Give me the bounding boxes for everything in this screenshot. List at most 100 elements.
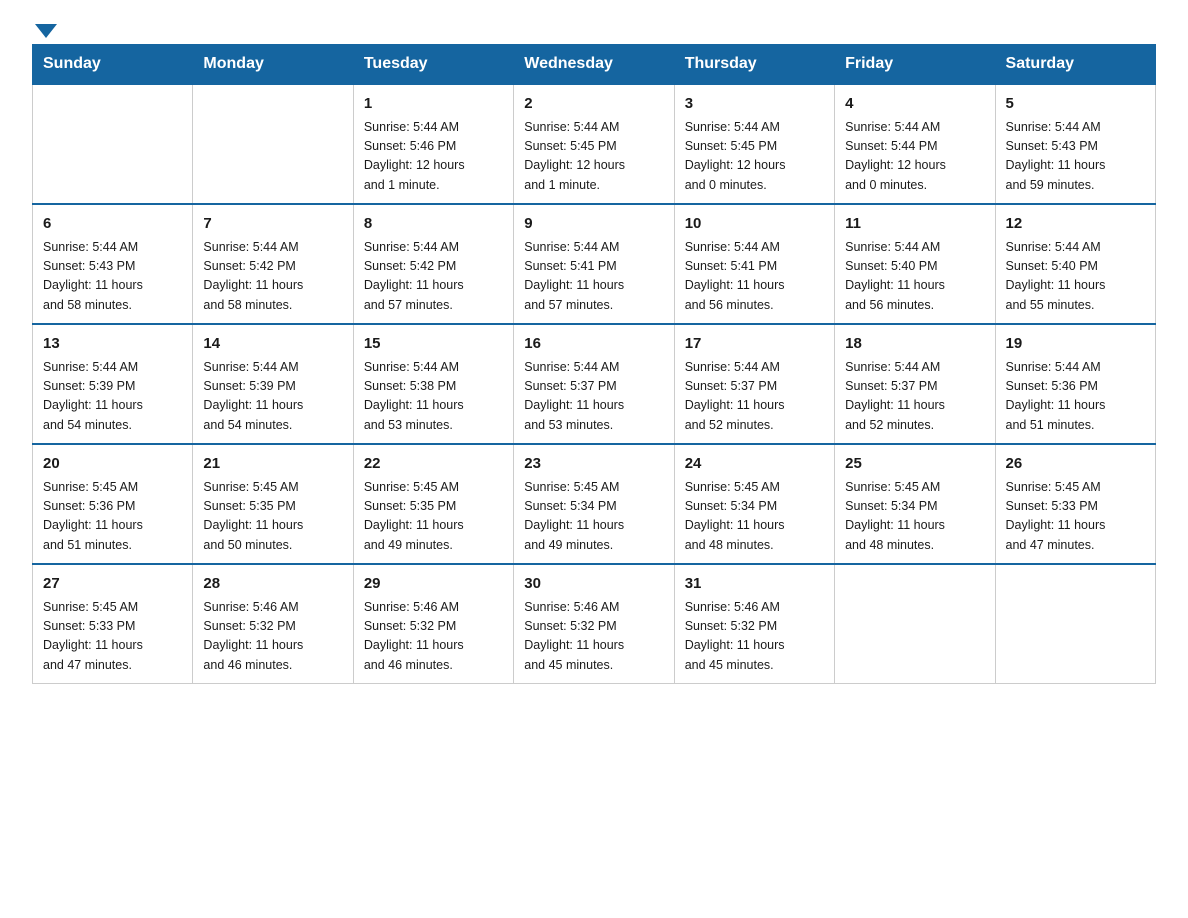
day-info: Sunrise: 5:44 AM Sunset: 5:41 PM Dayligh… bbox=[524, 238, 663, 316]
day-number: 11 bbox=[845, 213, 984, 236]
calendar-cell: 24Sunrise: 5:45 AM Sunset: 5:34 PM Dayli… bbox=[674, 444, 834, 564]
calendar-cell: 30Sunrise: 5:46 AM Sunset: 5:32 PM Dayli… bbox=[514, 564, 674, 684]
day-number: 8 bbox=[364, 213, 503, 236]
calendar-cell: 19Sunrise: 5:44 AM Sunset: 5:36 PM Dayli… bbox=[995, 324, 1155, 444]
day-info: Sunrise: 5:44 AM Sunset: 5:37 PM Dayligh… bbox=[524, 358, 663, 436]
day-number: 14 bbox=[203, 333, 342, 356]
day-info: Sunrise: 5:45 AM Sunset: 5:34 PM Dayligh… bbox=[685, 478, 824, 556]
weekday-header-wednesday: Wednesday bbox=[514, 45, 674, 85]
day-info: Sunrise: 5:44 AM Sunset: 5:37 PM Dayligh… bbox=[845, 358, 984, 436]
day-info: Sunrise: 5:44 AM Sunset: 5:40 PM Dayligh… bbox=[845, 238, 984, 316]
calendar-cell: 13Sunrise: 5:44 AM Sunset: 5:39 PM Dayli… bbox=[33, 324, 193, 444]
calendar-cell bbox=[193, 84, 353, 204]
day-number: 20 bbox=[43, 453, 182, 476]
calendar-cell: 21Sunrise: 5:45 AM Sunset: 5:35 PM Dayli… bbox=[193, 444, 353, 564]
weekday-header-row: SundayMondayTuesdayWednesdayThursdayFrid… bbox=[33, 45, 1156, 85]
day-info: Sunrise: 5:45 AM Sunset: 5:34 PM Dayligh… bbox=[524, 478, 663, 556]
calendar-cell: 31Sunrise: 5:46 AM Sunset: 5:32 PM Dayli… bbox=[674, 564, 834, 684]
calendar-cell: 15Sunrise: 5:44 AM Sunset: 5:38 PM Dayli… bbox=[353, 324, 513, 444]
day-number: 29 bbox=[364, 573, 503, 596]
calendar-cell: 29Sunrise: 5:46 AM Sunset: 5:32 PM Dayli… bbox=[353, 564, 513, 684]
day-info: Sunrise: 5:46 AM Sunset: 5:32 PM Dayligh… bbox=[203, 598, 342, 676]
day-number: 24 bbox=[685, 453, 824, 476]
calendar-cell: 22Sunrise: 5:45 AM Sunset: 5:35 PM Dayli… bbox=[353, 444, 513, 564]
day-number: 10 bbox=[685, 213, 824, 236]
day-number: 30 bbox=[524, 573, 663, 596]
day-info: Sunrise: 5:46 AM Sunset: 5:32 PM Dayligh… bbox=[685, 598, 824, 676]
day-info: Sunrise: 5:44 AM Sunset: 5:40 PM Dayligh… bbox=[1006, 238, 1145, 316]
day-number: 27 bbox=[43, 573, 182, 596]
day-info: Sunrise: 5:44 AM Sunset: 5:44 PM Dayligh… bbox=[845, 118, 984, 196]
weekday-header-tuesday: Tuesday bbox=[353, 45, 513, 85]
day-info: Sunrise: 5:45 AM Sunset: 5:33 PM Dayligh… bbox=[1006, 478, 1145, 556]
day-info: Sunrise: 5:44 AM Sunset: 5:42 PM Dayligh… bbox=[364, 238, 503, 316]
day-number: 17 bbox=[685, 333, 824, 356]
calendar-cell: 14Sunrise: 5:44 AM Sunset: 5:39 PM Dayli… bbox=[193, 324, 353, 444]
calendar-week-row: 13Sunrise: 5:44 AM Sunset: 5:39 PM Dayli… bbox=[33, 324, 1156, 444]
day-number: 18 bbox=[845, 333, 984, 356]
day-info: Sunrise: 5:45 AM Sunset: 5:33 PM Dayligh… bbox=[43, 598, 182, 676]
day-number: 7 bbox=[203, 213, 342, 236]
weekday-header-friday: Friday bbox=[835, 45, 995, 85]
weekday-header-monday: Monday bbox=[193, 45, 353, 85]
weekday-header-saturday: Saturday bbox=[995, 45, 1155, 85]
day-info: Sunrise: 5:46 AM Sunset: 5:32 PM Dayligh… bbox=[364, 598, 503, 676]
calendar-cell bbox=[33, 84, 193, 204]
day-info: Sunrise: 5:44 AM Sunset: 5:43 PM Dayligh… bbox=[43, 238, 182, 316]
calendar-cell: 25Sunrise: 5:45 AM Sunset: 5:34 PM Dayli… bbox=[835, 444, 995, 564]
day-number: 12 bbox=[1006, 213, 1145, 236]
calendar-week-row: 1Sunrise: 5:44 AM Sunset: 5:46 PM Daylig… bbox=[33, 84, 1156, 204]
calendar-cell: 18Sunrise: 5:44 AM Sunset: 5:37 PM Dayli… bbox=[835, 324, 995, 444]
day-info: Sunrise: 5:44 AM Sunset: 5:45 PM Dayligh… bbox=[524, 118, 663, 196]
day-number: 2 bbox=[524, 93, 663, 116]
day-number: 3 bbox=[685, 93, 824, 116]
logo-arrow-icon bbox=[35, 24, 57, 38]
day-info: Sunrise: 5:44 AM Sunset: 5:43 PM Dayligh… bbox=[1006, 118, 1145, 196]
calendar-cell: 5Sunrise: 5:44 AM Sunset: 5:43 PM Daylig… bbox=[995, 84, 1155, 204]
day-info: Sunrise: 5:44 AM Sunset: 5:45 PM Dayligh… bbox=[685, 118, 824, 196]
day-info: Sunrise: 5:44 AM Sunset: 5:37 PM Dayligh… bbox=[685, 358, 824, 436]
day-info: Sunrise: 5:45 AM Sunset: 5:35 PM Dayligh… bbox=[364, 478, 503, 556]
calendar-cell: 6Sunrise: 5:44 AM Sunset: 5:43 PM Daylig… bbox=[33, 204, 193, 324]
day-info: Sunrise: 5:44 AM Sunset: 5:36 PM Dayligh… bbox=[1006, 358, 1145, 436]
calendar-week-row: 6Sunrise: 5:44 AM Sunset: 5:43 PM Daylig… bbox=[33, 204, 1156, 324]
day-number: 15 bbox=[364, 333, 503, 356]
day-info: Sunrise: 5:44 AM Sunset: 5:42 PM Dayligh… bbox=[203, 238, 342, 316]
day-info: Sunrise: 5:44 AM Sunset: 5:39 PM Dayligh… bbox=[43, 358, 182, 436]
calendar-cell: 28Sunrise: 5:46 AM Sunset: 5:32 PM Dayli… bbox=[193, 564, 353, 684]
day-info: Sunrise: 5:45 AM Sunset: 5:34 PM Dayligh… bbox=[845, 478, 984, 556]
calendar-cell: 27Sunrise: 5:45 AM Sunset: 5:33 PM Dayli… bbox=[33, 564, 193, 684]
day-number: 5 bbox=[1006, 93, 1145, 116]
day-number: 26 bbox=[1006, 453, 1145, 476]
calendar-table: SundayMondayTuesdayWednesdayThursdayFrid… bbox=[32, 44, 1156, 684]
day-info: Sunrise: 5:44 AM Sunset: 5:39 PM Dayligh… bbox=[203, 358, 342, 436]
day-number: 16 bbox=[524, 333, 663, 356]
weekday-header-sunday: Sunday bbox=[33, 45, 193, 85]
calendar-cell: 9Sunrise: 5:44 AM Sunset: 5:41 PM Daylig… bbox=[514, 204, 674, 324]
day-number: 19 bbox=[1006, 333, 1145, 356]
day-number: 13 bbox=[43, 333, 182, 356]
day-info: Sunrise: 5:44 AM Sunset: 5:38 PM Dayligh… bbox=[364, 358, 503, 436]
day-info: Sunrise: 5:44 AM Sunset: 5:41 PM Dayligh… bbox=[685, 238, 824, 316]
calendar-cell: 12Sunrise: 5:44 AM Sunset: 5:40 PM Dayli… bbox=[995, 204, 1155, 324]
calendar-cell: 7Sunrise: 5:44 AM Sunset: 5:42 PM Daylig… bbox=[193, 204, 353, 324]
day-info: Sunrise: 5:45 AM Sunset: 5:36 PM Dayligh… bbox=[43, 478, 182, 556]
day-number: 6 bbox=[43, 213, 182, 236]
day-number: 9 bbox=[524, 213, 663, 236]
day-number: 1 bbox=[364, 93, 503, 116]
day-info: Sunrise: 5:44 AM Sunset: 5:46 PM Dayligh… bbox=[364, 118, 503, 196]
weekday-header-thursday: Thursday bbox=[674, 45, 834, 85]
day-number: 4 bbox=[845, 93, 984, 116]
calendar-cell: 10Sunrise: 5:44 AM Sunset: 5:41 PM Dayli… bbox=[674, 204, 834, 324]
calendar-cell: 16Sunrise: 5:44 AM Sunset: 5:37 PM Dayli… bbox=[514, 324, 674, 444]
calendar-cell: 1Sunrise: 5:44 AM Sunset: 5:46 PM Daylig… bbox=[353, 84, 513, 204]
day-number: 23 bbox=[524, 453, 663, 476]
logo bbox=[32, 24, 57, 34]
calendar-cell: 23Sunrise: 5:45 AM Sunset: 5:34 PM Dayli… bbox=[514, 444, 674, 564]
day-number: 28 bbox=[203, 573, 342, 596]
calendar-cell bbox=[995, 564, 1155, 684]
calendar-cell: 11Sunrise: 5:44 AM Sunset: 5:40 PM Dayli… bbox=[835, 204, 995, 324]
day-number: 22 bbox=[364, 453, 503, 476]
calendar-cell: 2Sunrise: 5:44 AM Sunset: 5:45 PM Daylig… bbox=[514, 84, 674, 204]
day-number: 25 bbox=[845, 453, 984, 476]
